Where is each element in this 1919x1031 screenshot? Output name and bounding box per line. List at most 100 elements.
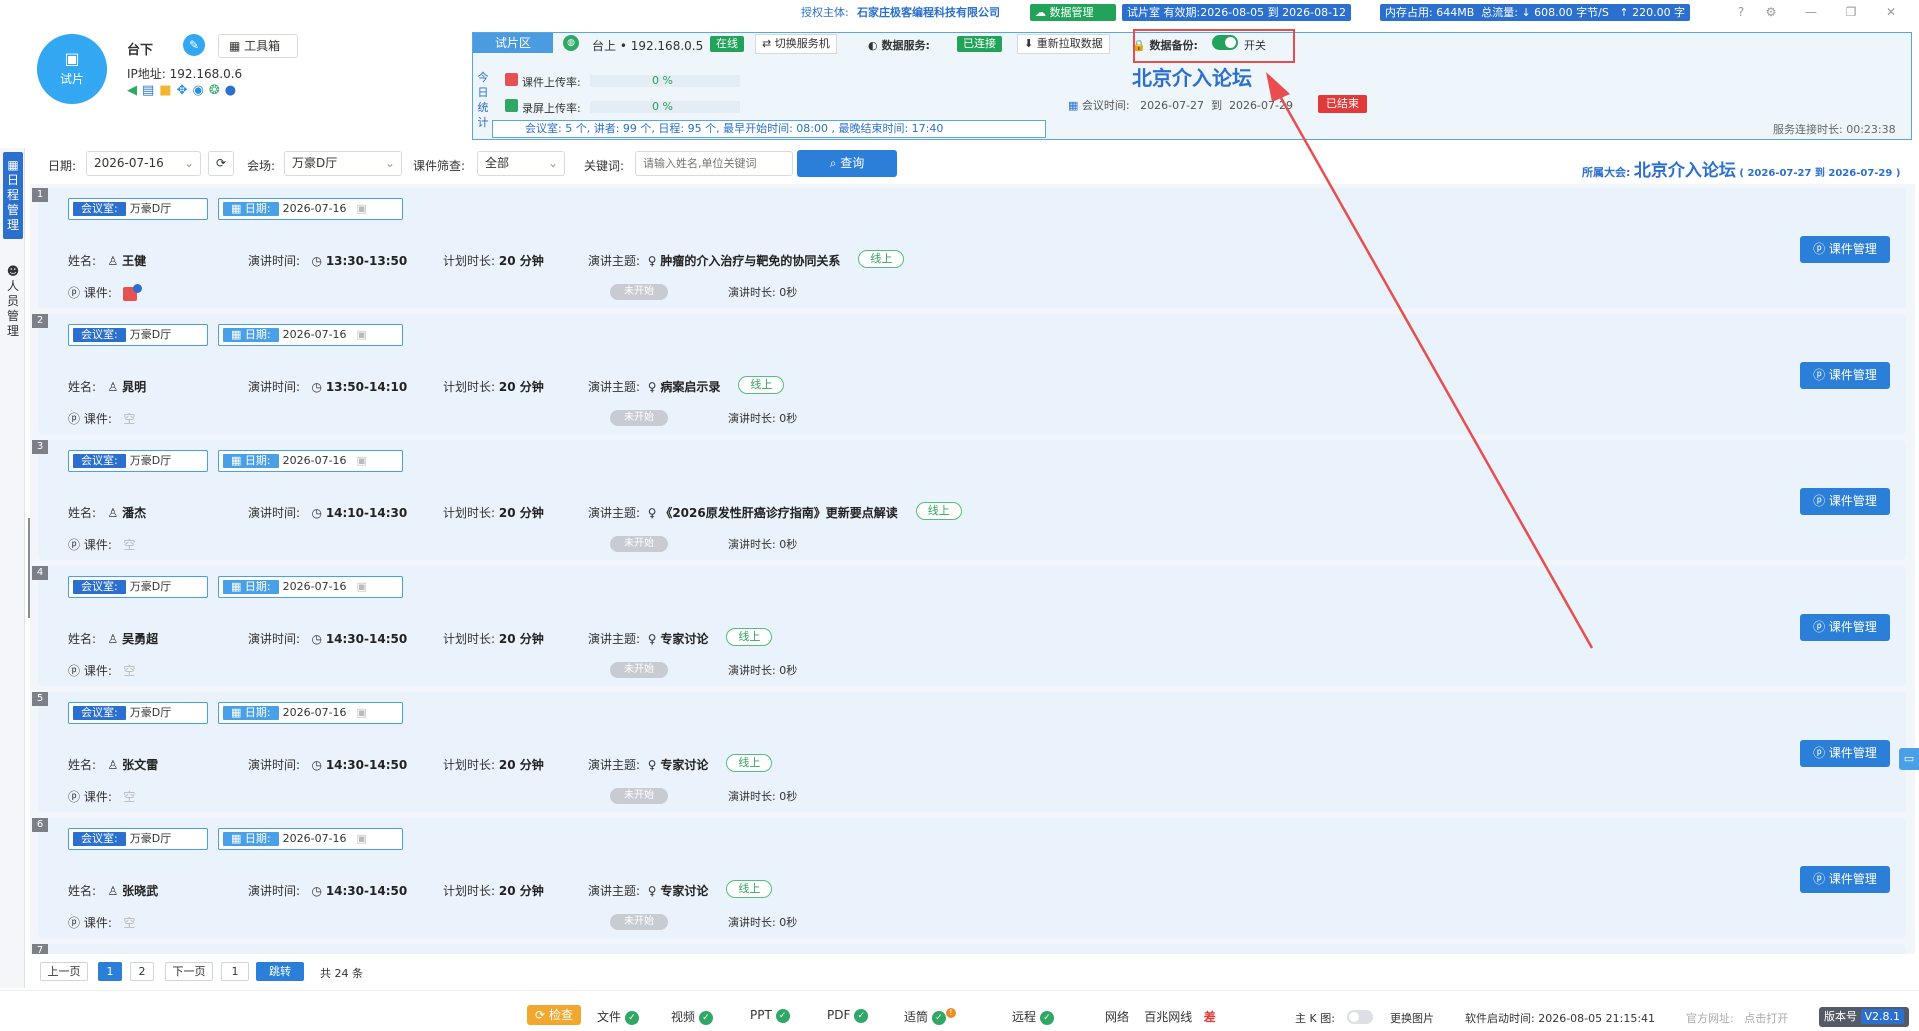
not-started-badge: 未开始	[610, 662, 668, 678]
topic-label: 演讲主题:	[588, 884, 641, 898]
time-label: 演讲时间:	[248, 758, 301, 772]
check-icon: ✓	[1039, 1010, 1054, 1025]
time-field: 演讲时间: ◷ 14:10-14:30	[248, 504, 407, 521]
tab-people[interactable]: ☻ 人员管理	[3, 258, 23, 345]
room-tag-label: 会议室:	[73, 580, 126, 594]
courseware-manage-button[interactable]: ⓟ 课件管理	[1800, 362, 1890, 389]
clock-icon: ◷	[311, 884, 322, 898]
duration-label: 演讲时长:	[728, 412, 776, 425]
speech-topic: 专家讨论	[660, 632, 709, 646]
time-label: 演讲时间:	[248, 632, 301, 646]
topic-label: 演讲主题:	[588, 380, 641, 394]
close-button[interactable]: ✕	[1880, 3, 1902, 21]
date-value: 2026-07-16	[282, 328, 347, 341]
user-icon: ♙	[107, 632, 119, 646]
keyword-input[interactable]	[635, 151, 793, 176]
avatar[interactable]: ▣ 试片	[37, 34, 107, 104]
date-tag-label: ▦ 日期:	[223, 832, 279, 846]
venue-select[interactable]: 万豪D厅 ⌄	[284, 151, 402, 176]
courseware-filter-label: 课件筛查:	[413, 159, 466, 173]
speech-time: 13:50-14:10	[325, 380, 408, 394]
courseware-manage-label: 课件管理	[1828, 368, 1877, 382]
calendar-icon: ▦	[231, 580, 245, 593]
courseware-filter-select[interactable]: 全部 ⌄	[477, 151, 565, 176]
date-tag-text: 日期:	[244, 580, 271, 593]
help-icon[interactable]: ?	[1730, 3, 1752, 21]
minimize-button[interactable]: —	[1800, 3, 1822, 21]
page-1-button[interactable]: 1	[98, 962, 122, 981]
speech-topic: 专家讨论	[660, 884, 709, 898]
courseware-manage-button[interactable]: ⓟ 课件管理	[1800, 488, 1890, 515]
page-2-button[interactable]: 2	[130, 962, 154, 981]
topic-label: 演讲主题:	[588, 254, 641, 268]
calendar-icon: ▦	[231, 454, 245, 467]
name-field: 姓名: ♙ 张晓武	[68, 882, 158, 899]
courseware-manage-button[interactable]: ⓟ 课件管理	[1800, 614, 1890, 641]
toolbox-button[interactable]: ▦ 工具箱	[218, 34, 298, 58]
page-input[interactable]: 1	[221, 962, 249, 981]
ppt-icon: ⓟ	[1813, 242, 1826, 256]
chat-icon[interactable]: ▭	[1899, 748, 1919, 770]
memory-text: 内存占用: 644MB	[1385, 6, 1475, 19]
courseware-manage-button[interactable]: ⓟ 课件管理	[1800, 866, 1890, 893]
clock-icon: ◷	[311, 506, 322, 520]
schedule-card: 7 ▦ ▣ ♙ ◷ ♀ ⓟ ⓟ	[32, 944, 1906, 954]
not-started-badge: 未开始	[610, 788, 668, 804]
refresh-icon: ⟳	[535, 1008, 546, 1022]
next-page-button[interactable]: 下一页	[165, 962, 213, 981]
ppt-icon: ⓟ	[1813, 746, 1826, 760]
jump-button[interactable]: 跳转	[256, 962, 304, 981]
meeting-time: ▦ 会议时间: 2026-07-27 到 2026-07-29	[1068, 97, 1293, 113]
globe-icon: ◉	[192, 83, 209, 98]
tab-schedule[interactable]: ▦ 日程管理	[3, 152, 23, 239]
online-badge: 线上	[726, 880, 773, 898]
check-button[interactable]: ⟳ 检查	[527, 1005, 581, 1025]
date-tag-label: ▦ 日期:	[223, 706, 279, 720]
online-badge: 线上	[915, 502, 962, 520]
date-picker[interactable]: 2026-07-16 ⌄	[86, 151, 201, 176]
refresh-button[interactable]: ⟳	[208, 151, 234, 176]
profile-name: 台下	[127, 43, 154, 58]
time-field: 演讲时间: ◷ 14:30-14:50	[248, 630, 407, 647]
screen-record-icon	[505, 99, 518, 112]
change-picture-button[interactable]: 更换图片	[1390, 1010, 1434, 1026]
open-website-link[interactable]: 点击打开	[1744, 1012, 1788, 1025]
switch-server-button[interactable]: ⇄ 切换服务机	[755, 34, 837, 54]
card-index: 4	[32, 566, 48, 580]
chevron-down-icon: ⌄	[547, 156, 558, 170]
video-label: 视频	[671, 1010, 696, 1024]
courseware-manage-button[interactable]: ⓟ 课件管理	[1800, 740, 1890, 767]
main-k-toggle[interactable]	[1347, 1010, 1373, 1024]
edit-icon[interactable]: ✎	[183, 34, 205, 56]
warning-icon: !	[945, 1008, 956, 1018]
date-value: 2026-07-16	[282, 832, 347, 845]
total-flow-label: 总流量:	[1481, 6, 1518, 19]
duration-label: 演讲时长:	[728, 790, 776, 803]
lightbulb-icon: ♀	[647, 380, 657, 394]
courseware-label: 课件:	[83, 790, 112, 804]
restore-button[interactable]: ❐	[1840, 3, 1862, 21]
room-tag-label: 会议室:	[73, 454, 126, 468]
speech-time: 14:30-14:50	[325, 632, 408, 646]
courseware-filter-value: 全部	[485, 156, 510, 170]
courseware-manage-label: 课件管理	[1828, 746, 1877, 760]
prev-page-button[interactable]: 上一页	[40, 962, 88, 981]
belong-conference: 所属大会: 北京介入论坛 ( 2026-07-27 到 2026-07-29 )	[1582, 156, 1900, 181]
courseware-manage-button[interactable]: ⓟ 课件管理	[1800, 236, 1890, 263]
plan-duration: 20 分钟	[498, 254, 544, 268]
clock-icon: ◷	[311, 758, 322, 772]
duration-value: 0秒	[779, 412, 798, 425]
card-index: 6	[32, 818, 48, 832]
settings-icon[interactable]: ⚙	[1760, 3, 1782, 21]
search-button[interactable]: ⌕ 查询	[797, 150, 897, 177]
plan-field: 计划时长: 20 分钟	[443, 756, 544, 773]
speech-time: 14:30-14:50	[325, 884, 408, 898]
data-management-button[interactable]: ☁ 数据管理	[1030, 4, 1116, 21]
clock-icon: ◷	[311, 380, 322, 394]
stage-address: 台上 • 192.168.0.5	[592, 39, 704, 53]
time-label: 演讲时间:	[248, 380, 301, 394]
name-label: 姓名:	[68, 380, 97, 394]
avatar-label: 试片	[59, 72, 84, 86]
refetch-data-button[interactable]: ⬇ 重新拉取数据	[1017, 34, 1110, 54]
room-tag-label: 会议室:	[73, 328, 126, 342]
